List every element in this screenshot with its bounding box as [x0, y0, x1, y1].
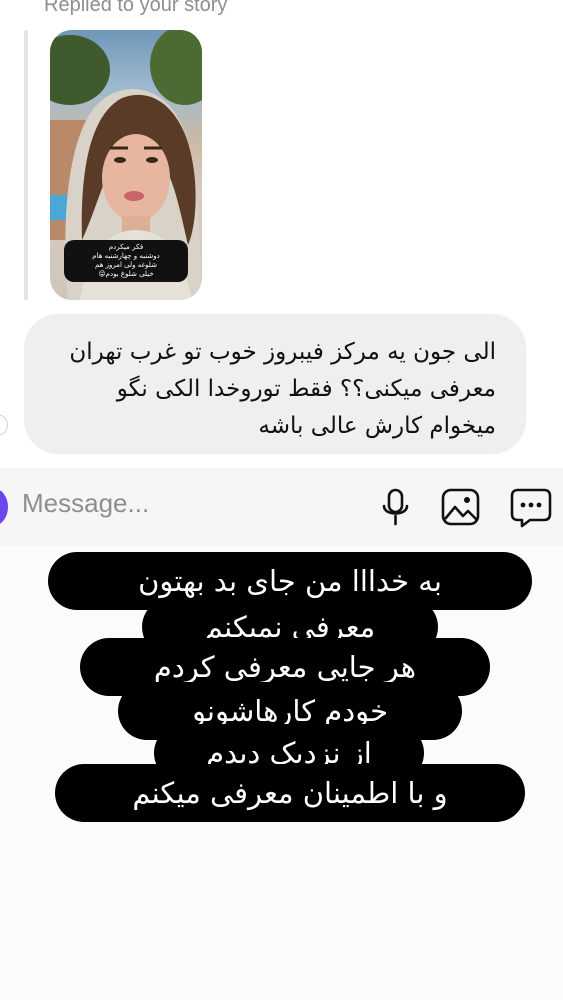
- chat-sticker-icon[interactable]: [510, 486, 552, 528]
- received-message-bubble[interactable]: الی جون یه مرکز فیبروز خوب تو غرب تهران …: [24, 314, 526, 454]
- reply-quote-line: [24, 30, 28, 300]
- microphone-icon[interactable]: [376, 486, 416, 528]
- sender-avatar-edge: [0, 414, 8, 436]
- story-caption: فکر میکردم دوشنبه و چهارشنبه هام شلوغه و…: [64, 240, 188, 282]
- message-input[interactable]: Message...: [22, 488, 149, 519]
- overlay-text-line: و با اطمینان معرفی میکنم: [55, 764, 525, 822]
- story-thumbnail[interactable]: فکر میکردم دوشنبه و چهارشنبه هام شلوغه و…: [50, 30, 202, 300]
- gallery-icon[interactable]: [440, 486, 480, 528]
- replied-to-story-label: Replied to your story: [44, 0, 228, 16]
